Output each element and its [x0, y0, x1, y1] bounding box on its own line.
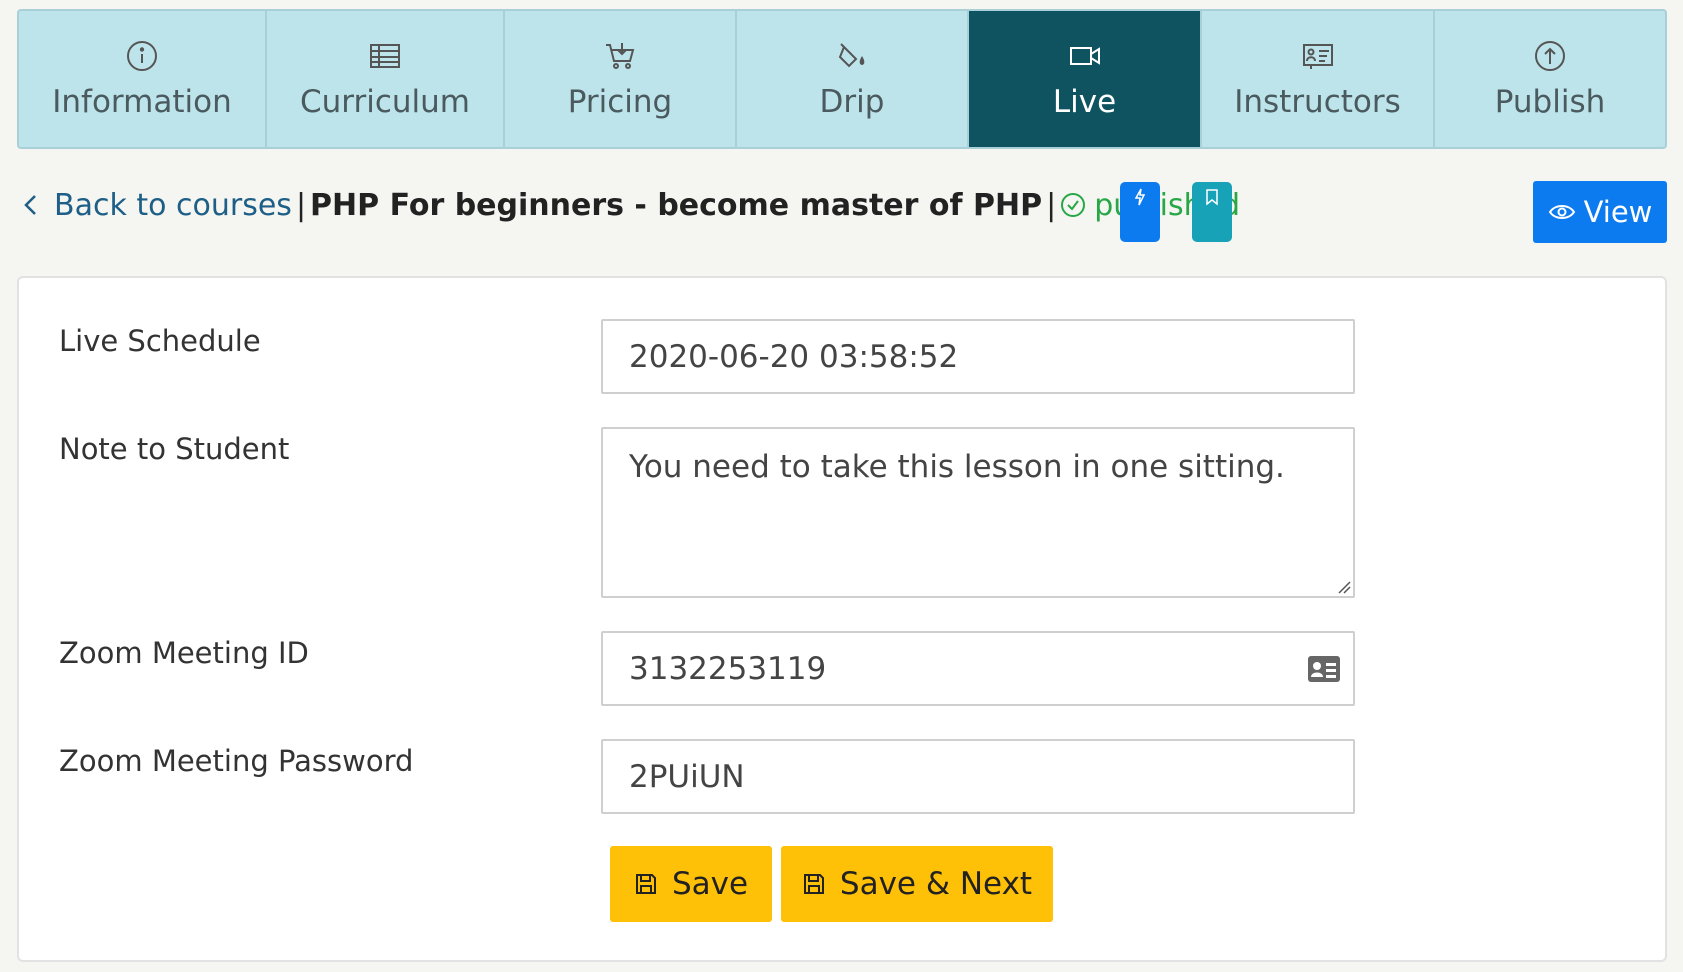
tab-information[interactable]: Information — [19, 11, 267, 147]
instructors-icon — [1300, 38, 1336, 74]
save-label: Save — [671, 866, 749, 902]
tab-label: Information — [52, 84, 232, 120]
view-button[interactable]: View — [1533, 181, 1667, 243]
tab-publish[interactable]: Publish — [1435, 11, 1665, 147]
check-circle-icon — [1061, 193, 1086, 217]
course-tabs: Information Curriculum Pricing Drip Live… — [17, 9, 1667, 149]
zoom-meeting-password-label: Zoom Meeting Password — [59, 744, 414, 778]
save-button[interactable]: Save — [610, 846, 772, 922]
bookmark-icon — [1206, 189, 1218, 206]
tab-label: Live — [1052, 84, 1117, 120]
note-text: You need to take this lesson in one sitt… — [629, 449, 1285, 485]
tab-drip[interactable]: Drip — [737, 11, 969, 147]
resize-handle-icon[interactable] — [1335, 578, 1351, 594]
tab-label: Pricing — [567, 84, 673, 120]
floppy-disk-icon — [803, 874, 824, 894]
breadcrumb: Back to courses | PHP For beginners - be… — [20, 180, 1240, 230]
cart-icon — [602, 38, 638, 74]
chevron-left-icon — [24, 195, 36, 215]
note-to-student-label: Note to Student — [59, 432, 290, 466]
live-schedule-input[interactable]: 2020-06-20 03:58:52 — [601, 319, 1355, 394]
tab-label: Curriculum — [299, 84, 470, 120]
id-card-icon — [1308, 656, 1340, 682]
tab-label: Drip — [819, 84, 885, 120]
breadcrumb-separator: | — [1046, 187, 1057, 223]
zoom-meeting-id-input[interactable]: 3132253119 — [601, 631, 1355, 706]
flash-button[interactable] — [1120, 182, 1160, 242]
info-icon — [124, 38, 160, 74]
bookmark-button[interactable] — [1192, 182, 1232, 242]
tab-instructors[interactable]: Instructors — [1202, 11, 1435, 147]
paint-bucket-icon — [834, 38, 870, 74]
back-to-courses-link[interactable]: Back to courses — [20, 188, 292, 223]
tab-label: Instructors — [1234, 84, 1401, 120]
tab-curriculum[interactable]: Curriculum — [267, 11, 505, 147]
save-next-label: Save & Next — [839, 866, 1033, 902]
upload-icon — [1532, 38, 1568, 74]
bolt-icon — [1134, 188, 1146, 206]
save-and-next-button[interactable]: Save & Next — [781, 846, 1053, 922]
zoom-meeting-id-value: 3132253119 — [629, 650, 827, 687]
live-schedule-label: Live Schedule — [59, 324, 261, 358]
zoom-meeting-id-label: Zoom Meeting ID — [59, 636, 309, 670]
note-to-student-textarea[interactable]: You need to take this lesson in one sitt… — [601, 427, 1355, 598]
eye-icon — [1548, 205, 1575, 219]
tab-label: Publish — [1494, 84, 1606, 120]
view-label: View — [1583, 195, 1653, 229]
tab-pricing[interactable]: Pricing — [505, 11, 737, 147]
course-title: PHP For beginners - become master of PHP — [310, 187, 1043, 223]
tab-live[interactable]: Live — [969, 11, 1202, 147]
zoom-meeting-password-input[interactable]: 2PUiUN — [601, 739, 1355, 814]
back-label: Back to courses — [54, 187, 292, 223]
video-icon — [1067, 38, 1103, 74]
live-settings-form: Live Schedule 2020-06-20 03:58:52 Note t… — [17, 276, 1667, 962]
floppy-disk-icon — [635, 874, 656, 894]
table-icon — [367, 38, 403, 74]
breadcrumb-separator: | — [295, 187, 307, 223]
